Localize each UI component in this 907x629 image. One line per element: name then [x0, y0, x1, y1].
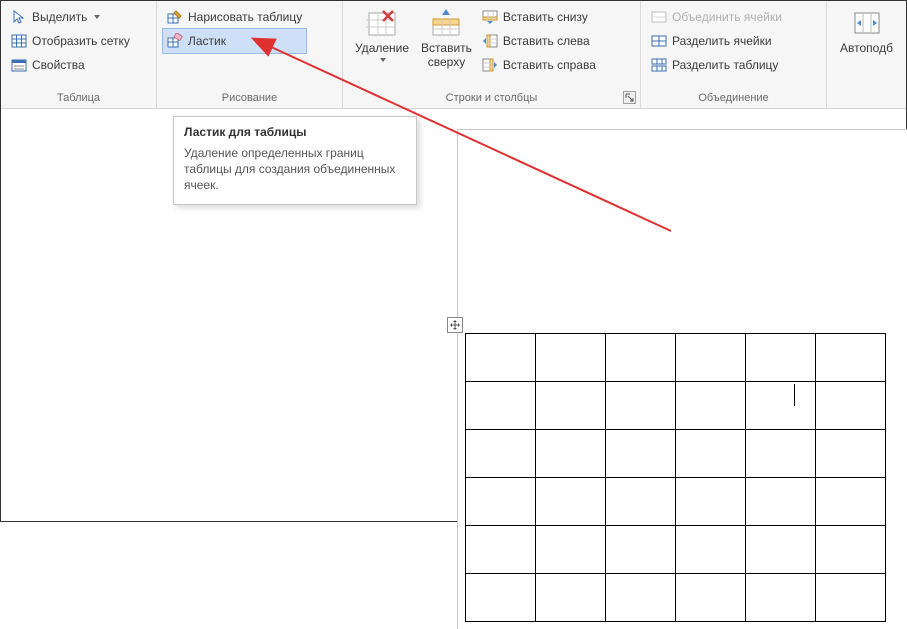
document-area — [1, 109, 906, 521]
draw-table-button[interactable]: Нарисовать таблицу — [163, 5, 306, 29]
split-cells-label: Разделить ячейки — [672, 34, 772, 48]
select-label: Выделить — [32, 10, 87, 24]
insert-left-button[interactable]: Вставить слева — [478, 29, 600, 53]
ribbon: Выделить Отобразить сетку Свойства Таб — [1, 1, 906, 109]
autofit-icon — [851, 7, 883, 39]
split-cells-icon — [651, 33, 667, 49]
properties-button[interactable]: Свойства — [7, 53, 134, 77]
rowscols-launcher[interactable] — [623, 91, 636, 104]
chevron-down-icon — [380, 58, 386, 62]
insert-below-label: Вставить снизу — [503, 10, 588, 24]
group-merge-label: Объединение — [647, 89, 820, 108]
group-merge: Объединить ячейки Разделить ячейки Разде… — [641, 1, 827, 108]
table-row[interactable] — [466, 334, 886, 382]
document-table[interactable] — [465, 333, 886, 622]
tooltip: Ластик для таблицы Удаление определенных… — [173, 116, 417, 205]
merge-icon — [651, 9, 667, 25]
group-autofit: Автоподб — [827, 1, 906, 108]
grid-icon — [11, 33, 27, 49]
table-row[interactable] — [466, 526, 886, 574]
properties-icon — [11, 57, 27, 73]
group-draw-label: Рисование — [163, 89, 336, 108]
group-draw: Нарисовать таблицу Ластик Рисование — [157, 1, 343, 108]
pencil-table-icon — [167, 9, 183, 25]
group-rowscols-label: Строки и столбцы — [349, 89, 634, 108]
group-table-label: Таблица — [7, 89, 150, 108]
table-row[interactable] — [466, 478, 886, 526]
select-button[interactable]: Выделить — [7, 5, 134, 29]
table-row[interactable] — [466, 574, 886, 622]
insert-left-label: Вставить слева — [503, 34, 590, 48]
tooltip-body: Удаление определенных границ таблицы для… — [184, 145, 406, 194]
tooltip-title: Ластик для таблицы — [184, 125, 406, 139]
insert-above-icon — [430, 7, 462, 39]
split-table-button[interactable]: Разделить таблицу — [647, 53, 786, 77]
insert-above-button[interactable]: Вставить сверху — [415, 5, 478, 79]
table-row[interactable] — [466, 430, 886, 478]
table-row[interactable] — [466, 382, 886, 430]
split-table-label: Разделить таблицу — [672, 58, 778, 72]
view-gridlines-button[interactable]: Отобразить сетку — [7, 29, 134, 53]
delete-label: Удаление — [355, 41, 409, 55]
insert-above-label1: Вставить — [421, 41, 472, 55]
eraser-label: Ластик — [188, 34, 226, 48]
autofit-label: Автоподб — [840, 41, 893, 55]
text-cursor — [794, 384, 795, 406]
insert-above-label2: сверху — [428, 55, 465, 69]
merge-cells-label: Объединить ячейки — [672, 10, 782, 24]
split-table-icon — [651, 57, 667, 73]
table-move-handle[interactable] — [447, 317, 463, 333]
autofit-button[interactable]: Автоподб — [834, 5, 899, 79]
insert-right-button[interactable]: Вставить справа — [478, 53, 600, 77]
properties-label: Свойства — [32, 58, 85, 72]
gridlines-label: Отобразить сетку — [32, 34, 130, 48]
split-cells-button[interactable]: Разделить ячейки — [647, 29, 786, 53]
chevron-down-icon — [94, 15, 100, 19]
eraser-button[interactable]: Ластик — [163, 29, 306, 53]
merge-cells-button[interactable]: Объединить ячейки — [647, 5, 786, 29]
delete-button[interactable]: Удаление — [349, 5, 415, 79]
group-table: Выделить Отобразить сетку Свойства Таб — [1, 1, 157, 108]
insert-below-button[interactable]: Вставить снизу — [478, 5, 600, 29]
eraser-icon — [167, 33, 183, 49]
delete-icon — [366, 7, 398, 39]
insert-left-icon — [482, 33, 498, 49]
insert-below-icon — [482, 9, 498, 25]
group-rows-cols: Удаление Вставить сверху Вставить снизу — [343, 1, 641, 108]
group-autofit-label — [833, 89, 900, 108]
draw-table-label: Нарисовать таблицу — [188, 10, 302, 24]
insert-right-icon — [482, 57, 498, 73]
cursor-icon — [11, 9, 27, 25]
insert-right-label: Вставить справа — [503, 58, 596, 72]
